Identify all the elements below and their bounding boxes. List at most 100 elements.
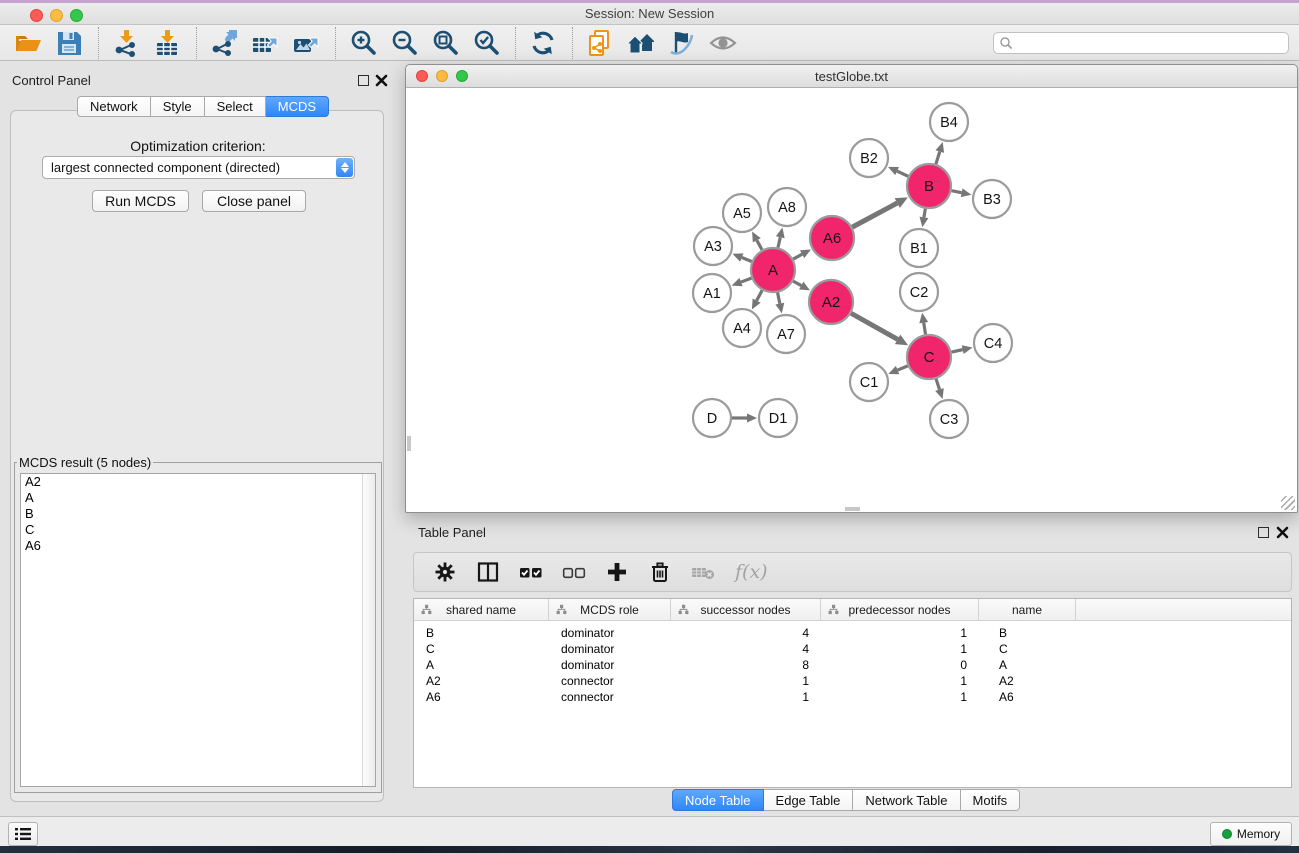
table-cell[interactable]: 1 [821, 674, 979, 688]
tab-select[interactable]: Select [205, 96, 266, 117]
graph-node-B4[interactable]: B4 [930, 103, 968, 141]
open-file-icon[interactable] [12, 27, 44, 59]
criterion-dropdown[interactable]: largest connected component (directed) [42, 156, 355, 179]
zoom-selected-icon[interactable] [470, 27, 502, 59]
result-item[interactable]: A2 [21, 474, 375, 490]
table-cell[interactable]: C [979, 642, 1076, 656]
export-image-icon[interactable] [290, 27, 322, 59]
graph-node-C1[interactable]: C1 [850, 363, 888, 401]
graph-node-D[interactable]: D [693, 399, 731, 437]
graph-edge[interactable] [852, 203, 897, 227]
window-resize-grip[interactable] [1281, 496, 1295, 510]
graph-edge[interactable] [757, 290, 763, 300]
graph-node-A1[interactable]: A1 [693, 274, 731, 312]
graph-edge[interactable] [924, 209, 925, 218]
zoom-in-icon[interactable] [347, 27, 379, 59]
table-cell[interactable]: B [979, 626, 1076, 640]
duplicate-network-icon[interactable] [584, 27, 616, 59]
table-settings-icon[interactable] [432, 559, 458, 585]
graph-edge[interactable] [897, 171, 908, 176]
graph-edge[interactable] [778, 293, 780, 304]
graph-edge[interactable] [793, 254, 802, 259]
delete-column-icon[interactable] [647, 559, 673, 585]
export-network-icon[interactable] [208, 27, 240, 59]
table-cell[interactable]: dominator [549, 658, 671, 672]
column-header[interactable]: MCDS role [549, 599, 671, 620]
tab-edge-table[interactable]: Edge Table [764, 789, 854, 811]
graph-edge[interactable] [924, 323, 926, 335]
graph-edge[interactable] [936, 152, 940, 164]
import-table-icon[interactable] [151, 27, 183, 59]
deselect-all-rows-icon[interactable] [561, 559, 587, 585]
save-session-icon[interactable] [53, 27, 85, 59]
tab-motifs[interactable]: Motifs [961, 789, 1021, 811]
table-cell[interactable]: dominator [549, 626, 671, 640]
graph-edge[interactable] [952, 191, 962, 193]
graph-node-B3[interactable]: B3 [973, 180, 1011, 218]
split-table-icon[interactable] [475, 559, 501, 585]
table-row[interactable]: A6connector11A6 [414, 689, 1291, 705]
graph-node-A5[interactable]: A5 [723, 194, 761, 232]
table-row[interactable]: Cdominator41C [414, 641, 1291, 657]
graph-edge[interactable] [898, 366, 908, 370]
graph-node-B[interactable]: B [907, 164, 951, 208]
canvas-scroll-stub-left[interactable] [407, 436, 411, 451]
table-row[interactable]: A2connector11A2 [414, 673, 1291, 689]
tab-node-table[interactable]: Node Table [672, 789, 764, 811]
table-cell[interactable]: connector [549, 674, 671, 688]
graph-node-C[interactable]: C [907, 335, 951, 379]
float-table-panel-icon[interactable] [1258, 527, 1269, 538]
column-header[interactable]: successor nodes [671, 599, 821, 620]
graph-node-B1[interactable]: B1 [900, 229, 938, 267]
canvas-scroll-stub-bottom[interactable] [845, 507, 860, 511]
table-cell[interactable]: 1 [821, 690, 979, 704]
hide-selected-icon[interactable] [666, 27, 698, 59]
table-cell[interactable]: 0 [821, 658, 979, 672]
close-table-panel-icon[interactable] [1276, 526, 1289, 539]
table-cell[interactable]: A [979, 658, 1076, 672]
table-row[interactable]: Bdominator41B [414, 625, 1291, 641]
network-canvas[interactable]: B4B2BB3A5A8A6A3B1AA1C2A2A4A7C4CC1DD1C3 [407, 88, 1296, 511]
zoom-fit-icon[interactable] [429, 27, 461, 59]
graph-node-A[interactable]: A [751, 248, 795, 292]
graph-edge[interactable] [742, 258, 752, 262]
first-neighbors-icon[interactable] [625, 27, 657, 59]
table-cell[interactable]: 1 [671, 690, 821, 704]
task-history-button[interactable] [8, 822, 38, 846]
table-cell[interactable]: 8 [671, 658, 821, 672]
column-header[interactable]: name [979, 599, 1076, 620]
run-mcds-button[interactable]: Run MCDS [92, 190, 189, 212]
table-cell[interactable]: 1 [821, 642, 979, 656]
close-panel-button[interactable]: Close panel [202, 190, 306, 212]
graph-node-C2[interactable]: C2 [900, 273, 938, 311]
graph-node-A8[interactable]: A8 [768, 188, 806, 226]
table-cell[interactable]: A6 [979, 690, 1076, 704]
result-item[interactable]: B [21, 506, 375, 522]
table-cell[interactable]: 4 [671, 642, 821, 656]
search-input[interactable] [1013, 34, 1288, 52]
refresh-icon[interactable] [527, 27, 559, 59]
table-cell[interactable]: A6 [414, 690, 549, 704]
graph-node-A3[interactable]: A3 [694, 227, 732, 265]
graph-node-A2[interactable]: A2 [809, 280, 853, 324]
table-cell[interactable]: C [414, 642, 549, 656]
zoom-out-icon[interactable] [388, 27, 420, 59]
table-cell[interactable]: 1 [671, 674, 821, 688]
import-network-icon[interactable] [110, 27, 142, 59]
graph-edge[interactable] [793, 281, 801, 285]
table-cell[interactable]: A [414, 658, 549, 672]
result-scrollbar[interactable] [362, 474, 375, 786]
tab-style[interactable]: Style [151, 96, 205, 117]
graph-edge[interactable] [936, 379, 939, 390]
table-cell[interactable]: dominator [549, 642, 671, 656]
memory-button[interactable]: Memory [1210, 822, 1292, 846]
graph-node-C4[interactable]: C4 [974, 324, 1012, 362]
tab-network-table[interactable]: Network Table [853, 789, 960, 811]
result-item[interactable]: A [21, 490, 375, 506]
table-cell[interactable]: A2 [414, 674, 549, 688]
graph-node-A4[interactable]: A4 [723, 309, 761, 347]
graph-edge[interactable] [757, 240, 762, 250]
export-table-icon[interactable] [249, 27, 281, 59]
result-item[interactable]: A6 [21, 538, 375, 554]
float-panel-icon[interactable] [358, 75, 369, 86]
